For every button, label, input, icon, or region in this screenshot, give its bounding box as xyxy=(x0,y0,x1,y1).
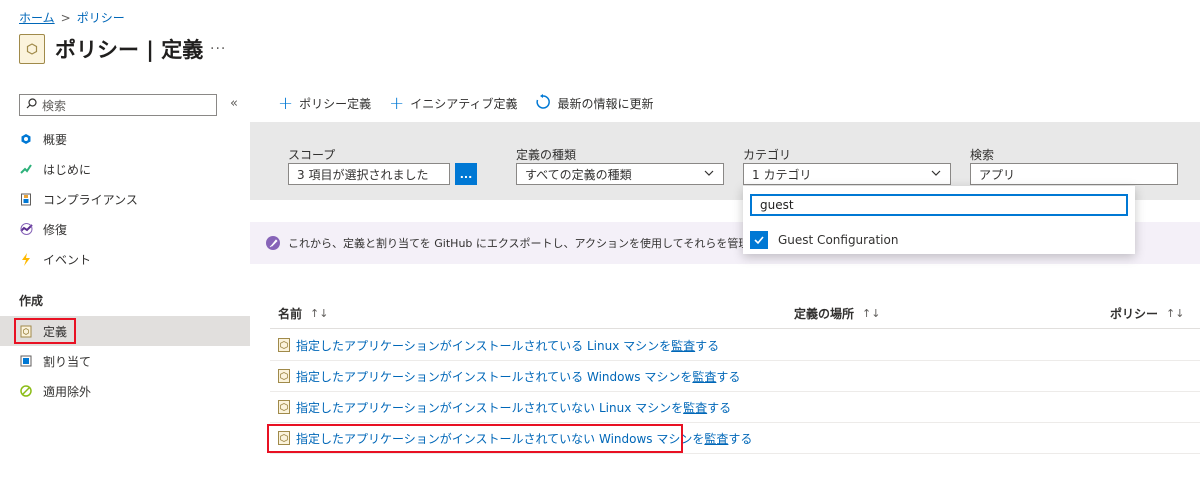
table-row[interactable]: 指定したアプリケーションがインストールされている Windows マシンを監査す… xyxy=(270,361,1200,392)
sidebar-section-authoring: 作成 xyxy=(19,294,44,308)
category-search-input[interactable]: guest xyxy=(750,194,1128,216)
breadcrumb: ホーム > ポリシー xyxy=(19,9,125,26)
breadcrumb-home-link[interactable]: ホーム xyxy=(19,9,55,26)
category-search-value: guest xyxy=(760,198,794,212)
sidebar-item-remediation[interactable]: 修復 xyxy=(0,214,250,244)
sidebar-item-label: はじめに xyxy=(43,162,92,177)
plus-icon: + xyxy=(389,92,405,114)
collapse-sidebar-button[interactable]: « xyxy=(230,96,238,111)
policy-link[interactable]: 指定したアプリケーションがインストールされていない Linux マシンを監査する xyxy=(296,399,731,416)
policy-definition-icon xyxy=(19,34,45,64)
plus-icon: + xyxy=(278,92,294,114)
chevron-down-icon xyxy=(930,167,942,182)
title-row: ポリシー | 定義 xyxy=(19,34,203,64)
add-initiative-definition-label: イニシアティブ定義 xyxy=(410,97,518,111)
refresh-button[interactable]: 最新の情報に更新 xyxy=(535,94,654,113)
scope-select-button[interactable]: ... xyxy=(455,163,477,185)
sort-icon: ↑↓ xyxy=(310,307,329,320)
exemption-icon xyxy=(19,384,33,398)
sort-icon: ↑↓ xyxy=(1166,307,1185,320)
sidebar-item-assignments[interactable]: 割り当て xyxy=(0,346,250,376)
policy-link-underlined: 監査 xyxy=(692,369,717,384)
definition-type-value: すべての定義の種類 xyxy=(525,167,632,182)
policy-link-suffix: する xyxy=(716,369,741,384)
definition-type-label: 定義の種類 xyxy=(516,148,577,162)
search-field[interactable]: アプリ xyxy=(970,163,1178,185)
remediation-icon xyxy=(19,222,33,236)
rocket-icon xyxy=(266,236,280,250)
chevron-down-icon xyxy=(703,167,715,182)
column-header-location[interactable]: 定義の場所 ↑↓ xyxy=(794,305,880,322)
search-label: 検索 xyxy=(970,148,995,162)
checkbox-checked-icon[interactable] xyxy=(750,231,768,249)
policy-link-text: 指定したアプリケーションがインストールされていない Linux マシンを xyxy=(296,400,684,415)
policy-definition-icon xyxy=(278,369,290,383)
toolbar: + ポリシー定義 + イニシアティブ定義 最新の情報に更新 xyxy=(278,94,654,113)
category-option-label: Guest Configuration xyxy=(778,233,899,247)
overview-icon xyxy=(19,132,33,146)
add-policy-definition-label: ポリシー定義 xyxy=(299,97,372,111)
highlight-box xyxy=(14,318,76,344)
refresh-icon xyxy=(535,94,551,113)
compliance-icon xyxy=(19,192,33,206)
add-initiative-definition-button[interactable]: + イニシアティブ定義 xyxy=(389,92,518,114)
scope-label: スコープ xyxy=(288,148,336,162)
sidebar-item-getting-started[interactable]: はじめに xyxy=(0,154,250,184)
policy-link-suffix: する xyxy=(707,400,732,415)
policy-link-underlined: 監査 xyxy=(683,400,708,415)
category-select[interactable]: 1 カテゴリ xyxy=(743,163,951,185)
policy-link-text: 指定したアプリケーションがインストールされている Windows マシンを xyxy=(296,369,693,384)
policy-link-underlined: 監査 xyxy=(671,338,696,353)
page-title: ポリシー | 定義 xyxy=(55,38,204,62)
sidebar-item-label: 割り当て xyxy=(43,354,92,369)
sidebar-item-exemptions[interactable]: 適用除外 xyxy=(0,376,250,406)
sidebar-item-label: コンプライアンス xyxy=(43,192,138,207)
column-header-label: 名前 xyxy=(278,307,303,321)
sidebar-item-label: 適用除外 xyxy=(43,384,92,399)
policy-link-suffix: する xyxy=(728,431,753,446)
category-dropdown: guest Guest Configuration xyxy=(743,186,1135,254)
sidebar-search-input[interactable]: 検索 xyxy=(19,94,217,116)
column-header-label: 定義の場所 xyxy=(794,307,855,321)
sidebar-item-definitions[interactable]: 定義 xyxy=(0,316,250,346)
sidebar-item-label: 修復 xyxy=(43,222,68,237)
scope-value: 3 項目が選択されました xyxy=(297,167,429,182)
policy-link[interactable]: 指定したアプリケーションがインストールされている Windows マシンを監査す… xyxy=(296,368,740,385)
policy-link-underlined: 監査 xyxy=(704,431,729,446)
table-row[interactable]: 指定したアプリケーションがインストールされている Linux マシンを監査する xyxy=(270,330,1200,361)
breadcrumb-policy-link[interactable]: ポリシー xyxy=(77,9,125,26)
refresh-label: 最新の情報に更新 xyxy=(557,97,654,111)
policy-link-suffix: する xyxy=(695,338,720,353)
sidebar-item-overview[interactable]: 概要 xyxy=(0,124,250,154)
sidebar-item-events[interactable]: イベント xyxy=(0,244,250,274)
policy-link[interactable]: 指定したアプリケーションがインストールされている Linux マシンを監査する xyxy=(296,337,719,354)
more-options-button[interactable]: ··· xyxy=(210,41,226,57)
definition-type-select[interactable]: すべての定義の種類 xyxy=(516,163,724,185)
sort-icon: ↑↓ xyxy=(862,307,881,320)
column-header-policies[interactable]: ポリシー ↑↓ xyxy=(1110,305,1184,322)
category-option-guest-configuration[interactable]: Guest Configuration xyxy=(750,231,898,249)
policy-definition-icon xyxy=(278,400,290,414)
sidebar-item-compliance[interactable]: コンプライアンス xyxy=(0,184,250,214)
category-value: 1 カテゴリ xyxy=(752,167,812,182)
highlight-box xyxy=(267,424,683,453)
policy-definition-icon xyxy=(278,338,290,352)
assignment-icon xyxy=(19,354,33,368)
sidebar-item-label: 概要 xyxy=(43,132,68,147)
breadcrumb-separator: > xyxy=(60,10,71,25)
column-header-name[interactable]: 名前 ↑↓ xyxy=(278,305,328,322)
policy-link-text: 指定したアプリケーションがインストールされている Linux マシンを xyxy=(296,338,672,353)
table-row[interactable]: 指定したアプリケーションがインストールされていない Linux マシンを監査する xyxy=(270,392,1200,423)
search-value: アプリ xyxy=(979,167,1016,182)
sidebar-search-placeholder: 検索 xyxy=(42,98,67,113)
column-header-label: ポリシー xyxy=(1110,307,1159,321)
events-icon xyxy=(19,252,33,266)
sidebar-item-label: イベント xyxy=(43,252,92,267)
scope-field[interactable]: 3 項目が選択されました xyxy=(288,163,450,185)
add-policy-definition-button[interactable]: + ポリシー定義 xyxy=(278,92,372,114)
table-header-divider xyxy=(270,328,1200,329)
category-label: カテゴリ xyxy=(743,148,792,162)
search-icon xyxy=(26,98,37,112)
getting-started-icon xyxy=(19,162,33,176)
